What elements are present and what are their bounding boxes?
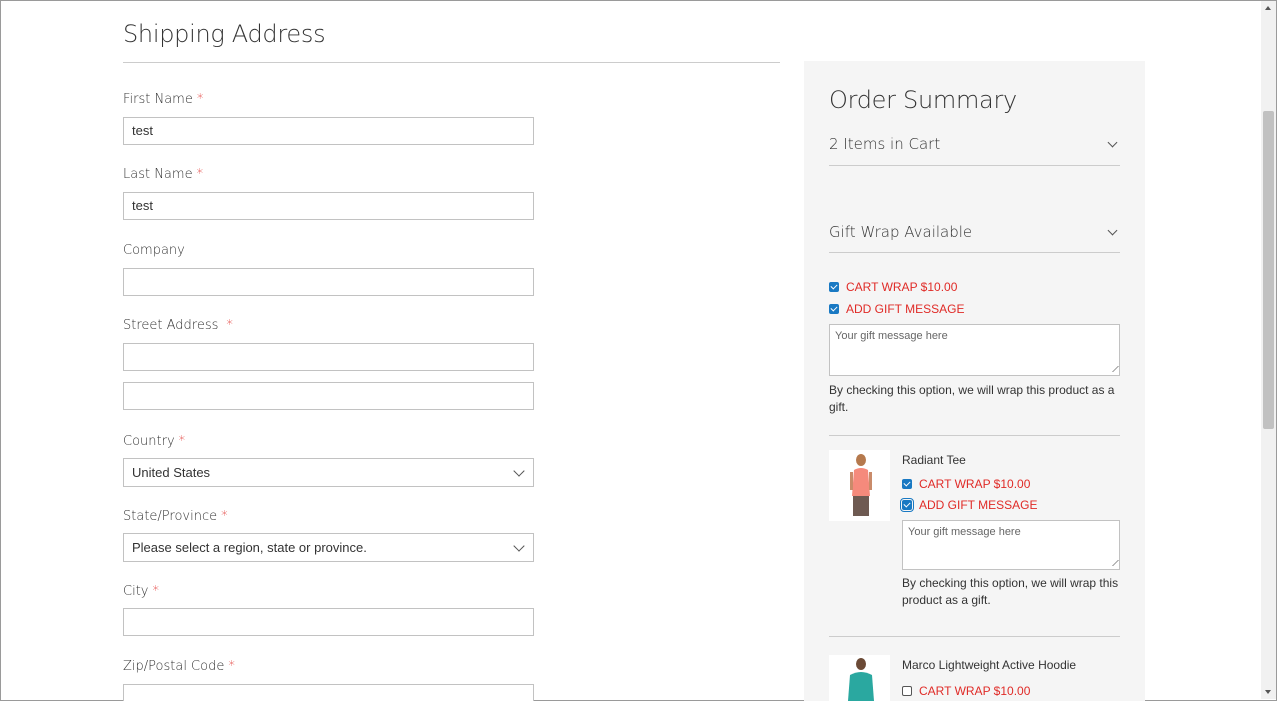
- order-summary-title: Order Summary: [829, 86, 1017, 114]
- product-cart-wrap-option[interactable]: CART WRAP $10.00: [902, 684, 1030, 698]
- street-address-line1-input[interactable]: [123, 343, 534, 371]
- gift-wrap-toggle[interactable]: Gift Wrap Available: [829, 223, 1120, 243]
- zip-input[interactable]: [123, 684, 534, 701]
- chevron-down-icon: [513, 465, 525, 477]
- product-thumbnail[interactable]: [829, 655, 890, 701]
- street-address-label-text: Street Address: [123, 318, 219, 333]
- company-label: Company: [123, 243, 185, 258]
- last-name-label-text: Last Name: [123, 167, 193, 182]
- order-wrap-note: By checking this option, we will wrap th…: [829, 383, 1115, 414]
- required-mark: *: [152, 584, 159, 599]
- chevron-down-icon: [1107, 225, 1118, 236]
- order-add-gift-message-option[interactable]: ADD GIFT MESSAGE: [829, 302, 964, 316]
- gift-message-placeholder: Your gift message here: [908, 526, 1021, 538]
- radiant-tee-image: [850, 454, 872, 516]
- marco-hoodie-image: [848, 658, 874, 701]
- required-mark: *: [228, 659, 235, 674]
- last-name-input[interactable]: test: [123, 192, 534, 220]
- checkbox-checked-icon[interactable]: [829, 282, 839, 292]
- product-gift-message-textarea[interactable]: Your gift message here: [902, 520, 1120, 570]
- product-name: Marco Lightweight Active Hoodie: [902, 658, 1077, 672]
- company-input[interactable]: [123, 268, 534, 296]
- country-label-text: Country: [123, 434, 175, 449]
- resize-grip-icon[interactable]: [1106, 366, 1119, 372]
- summary-divider: [829, 165, 1120, 166]
- country-label: Country *: [123, 434, 185, 449]
- scroll-up-icon[interactable]: [1265, 6, 1271, 10]
- city-input[interactable]: [123, 608, 534, 636]
- city-label-text: City: [123, 584, 149, 599]
- chevron-down-icon: [1107, 137, 1118, 148]
- summary-divider: [829, 252, 1120, 253]
- first-name-label: First Name *: [123, 92, 203, 107]
- page-scrollbar[interactable]: [1261, 1, 1276, 699]
- product-add-gift-message-option[interactable]: ADD GIFT MESSAGE: [900, 498, 1038, 512]
- gift-message-placeholder: Your gift message here: [835, 330, 948, 342]
- items-in-cart-toggle[interactable]: 2 Items in Cart: [829, 135, 1120, 155]
- first-name-label-text: First Name: [123, 92, 193, 107]
- chevron-down-icon: [513, 540, 525, 552]
- order-cart-wrap-label: CART WRAP $10.00: [846, 280, 958, 294]
- order-add-gift-message-label: ADD GIFT MESSAGE: [846, 302, 965, 316]
- last-name-label: Last Name *: [123, 167, 203, 182]
- resize-grip-icon[interactable]: [1106, 560, 1119, 566]
- state-province-label: State/Province *: [123, 509, 228, 524]
- checkbox-checked-icon[interactable]: [902, 479, 912, 489]
- required-mark: *: [196, 167, 204, 182]
- country-select-value: United States: [132, 465, 211, 480]
- gift-wrap-label: Gift Wrap Available: [829, 223, 973, 241]
- checkbox-unchecked-icon[interactable]: [902, 686, 912, 696]
- city-label: City *: [123, 584, 159, 599]
- product-name: Radiant Tee: [902, 453, 966, 467]
- summary-divider: [829, 435, 1120, 436]
- product-thumbnail[interactable]: [829, 450, 890, 521]
- product-wrap-note: By checking this option, we will wrap th…: [902, 576, 1119, 607]
- scrollbar-thumb[interactable]: [1263, 111, 1274, 429]
- zip-label: Zip/Postal Code *: [123, 659, 235, 674]
- order-cart-wrap-option[interactable]: CART WRAP $10.00: [829, 280, 957, 294]
- state-province-select[interactable]: Please select a region, state or provinc…: [123, 533, 534, 562]
- shipping-address-title: Shipping Address: [123, 20, 326, 48]
- country-select[interactable]: United States: [123, 458, 534, 487]
- checkbox-checked-icon[interactable]: [900, 498, 914, 512]
- scroll-down-icon[interactable]: [1265, 690, 1271, 694]
- street-address-line2-input[interactable]: [123, 382, 534, 410]
- checkbox-checked-icon[interactable]: [829, 304, 839, 314]
- required-mark: *: [196, 92, 204, 107]
- state-province-label-text: State/Province: [123, 509, 218, 524]
- summary-divider: [829, 636, 1120, 637]
- product-cart-wrap-option[interactable]: CART WRAP $10.00: [902, 477, 1030, 491]
- required-mark: *: [226, 318, 233, 333]
- state-province-select-value: Please select a region, state or provinc…: [132, 540, 367, 555]
- required-mark: *: [178, 434, 186, 449]
- street-address-label: Street Address *: [123, 318, 233, 333]
- product-add-gift-message-label: ADD GIFT MESSAGE: [919, 498, 1038, 512]
- first-name-input[interactable]: test: [123, 117, 534, 145]
- zip-label-text: Zip/Postal Code: [123, 659, 225, 674]
- product-cart-wrap-label: CART WRAP $10.00: [919, 477, 1031, 491]
- order-gift-message-textarea[interactable]: Your gift message here: [829, 324, 1120, 376]
- section-divider: [123, 62, 780, 63]
- items-in-cart-label: 2 Items in Cart: [829, 135, 941, 153]
- required-mark: *: [221, 509, 228, 524]
- product-cart-wrap-label: CART WRAP $10.00: [919, 684, 1031, 698]
